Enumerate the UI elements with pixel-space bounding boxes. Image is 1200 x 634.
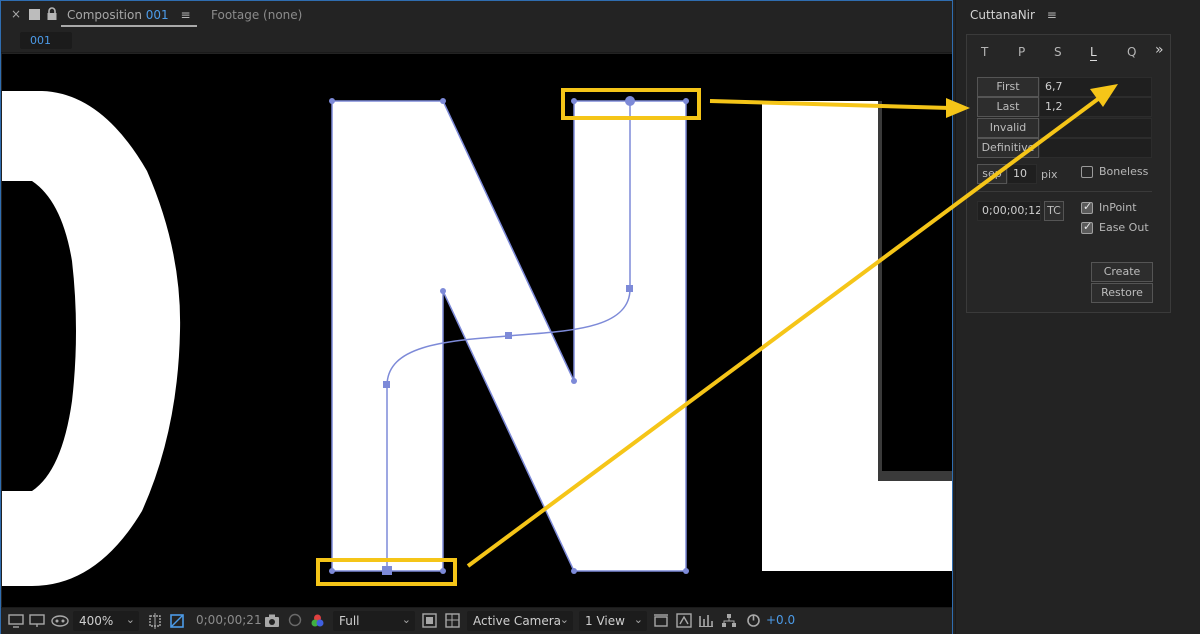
panel-menu-icon[interactable]: ≡: [181, 8, 191, 22]
script-panel-title-label: CuttanaNir: [970, 8, 1035, 22]
chevron-down-icon: ⌄: [401, 613, 411, 626]
tab-p[interactable]: P: [1018, 45, 1025, 59]
fast-preview-icon[interactable]: [422, 613, 437, 628]
tab-l[interactable]: L: [1090, 45, 1097, 61]
tab-q[interactable]: Q: [1127, 45, 1136, 59]
last-button[interactable]: Last: [977, 97, 1039, 117]
toggle-transparency-grid-icon[interactable]: [445, 613, 460, 628]
composition-color-icon: [29, 9, 40, 20]
composition-tab-label: Composition: [67, 8, 142, 22]
invalid-button[interactable]: Invalid: [977, 118, 1039, 138]
color-channels-icon[interactable]: [310, 613, 325, 628]
panel-menu-icon[interactable]: ≡: [1047, 8, 1057, 22]
definitive-field[interactable]: [1039, 138, 1152, 158]
lock-icon[interactable]: [46, 7, 58, 21]
monitor-icon[interactable]: [29, 614, 45, 628]
zoom-dropdown[interactable]: 400% ⌄: [73, 611, 139, 631]
camera-value: Active Camera: [473, 614, 562, 628]
tab-s[interactable]: S: [1054, 45, 1062, 59]
timeline-icon[interactable]: [698, 613, 714, 628]
composition-panel: × Composition 001 ≡ Footage (none) 001 4…: [0, 0, 953, 634]
sep-button[interactable]: sep: [977, 164, 1007, 184]
reset-exposure-icon[interactable]: [746, 613, 761, 628]
region-of-interest-icon[interactable]: [147, 613, 163, 629]
inpoint-checkbox[interactable]: [1081, 200, 1093, 214]
restore-button[interactable]: Restore: [1091, 283, 1153, 303]
current-time[interactable]: 0;00;00;21: [196, 613, 262, 627]
tab-footage[interactable]: Footage (none): [211, 8, 302, 22]
inpoint-label: InPoint: [1099, 201, 1137, 214]
script-content: T P S L Q » First 6,7 Last 1,2 Invalid D…: [966, 34, 1171, 313]
tab-composition[interactable]: Composition 001 ≡: [61, 1, 197, 27]
zoom-value: 400%: [79, 614, 114, 628]
script-panel-title: CuttanaNir ≡: [970, 8, 1057, 22]
create-button[interactable]: Create: [1091, 262, 1153, 282]
viewer-toolbar: 400% ⌄ 0;00;00;21 Full ⌄ Active Camera ⌄…: [1, 607, 952, 634]
view-layout-value: 1 View: [585, 614, 625, 628]
ease-out-label: Ease Out: [1099, 221, 1149, 234]
script-panel: CuttanaNir ≡ T P S L Q » First 6,7 Last …: [955, 0, 1200, 634]
first-field[interactable]: 6,7: [1039, 77, 1152, 97]
camera-snapshot-icon[interactable]: [264, 613, 280, 628]
show-snapshot-icon[interactable]: [288, 613, 302, 628]
composition-viewer[interactable]: [2, 54, 952, 607]
transparency-grid-icon[interactable]: [169, 613, 185, 629]
chevron-down-icon: ⌄: [559, 613, 569, 626]
last-field[interactable]: 1,2: [1039, 97, 1152, 117]
view-layout-dropdown[interactable]: 1 View ⌄: [579, 611, 647, 631]
close-icon[interactable]: ×: [11, 7, 21, 21]
resolution-value: Full: [339, 614, 360, 628]
composition-tab-bar: × Composition 001 ≡ Footage (none): [1, 1, 952, 29]
exposure-value[interactable]: +0.0: [766, 613, 795, 627]
timecode-field[interactable]: 0;00;00;12: [977, 201, 1041, 221]
flowchart-icon[interactable]: [721, 613, 737, 628]
draft-3d-icon[interactable]: [676, 613, 692, 628]
ease-out-checkbox[interactable]: [1081, 220, 1093, 234]
viewer-canvas: [2, 88, 952, 586]
composition-subtab-row: 001: [1, 29, 952, 53]
invalid-field[interactable]: [1039, 118, 1152, 138]
camera-dropdown[interactable]: Active Camera ⌄: [467, 611, 573, 631]
sep-value-field[interactable]: 10: [1007, 164, 1037, 184]
divider: [977, 191, 1152, 192]
mask-visibility-icon[interactable]: [51, 614, 69, 628]
always-preview-icon[interactable]: [8, 614, 24, 628]
composition-tab-number: 001: [145, 8, 169, 22]
first-button[interactable]: First: [977, 77, 1039, 97]
resolution-dropdown[interactable]: Full ⌄: [333, 611, 415, 631]
pixel-aspect-icon[interactable]: [653, 613, 669, 628]
definitive-button[interactable]: Definitive: [977, 138, 1039, 158]
tab-t[interactable]: T: [981, 45, 988, 59]
chevron-down-icon: ⌄: [125, 613, 135, 626]
composition-subtab[interactable]: 001: [20, 32, 72, 49]
tc-button[interactable]: TC: [1044, 201, 1064, 221]
boneless-label: Boneless: [1099, 165, 1149, 178]
unit-label: pix: [1041, 168, 1058, 181]
app-window: × Composition 001 ≡ Footage (none) 001 4…: [0, 0, 1200, 634]
boneless-checkbox[interactable]: [1081, 166, 1093, 178]
chevron-down-icon: ⌄: [633, 613, 643, 626]
more-tabs-icon[interactable]: »: [1155, 42, 1164, 58]
letter-o-shape: [2, 91, 181, 586]
